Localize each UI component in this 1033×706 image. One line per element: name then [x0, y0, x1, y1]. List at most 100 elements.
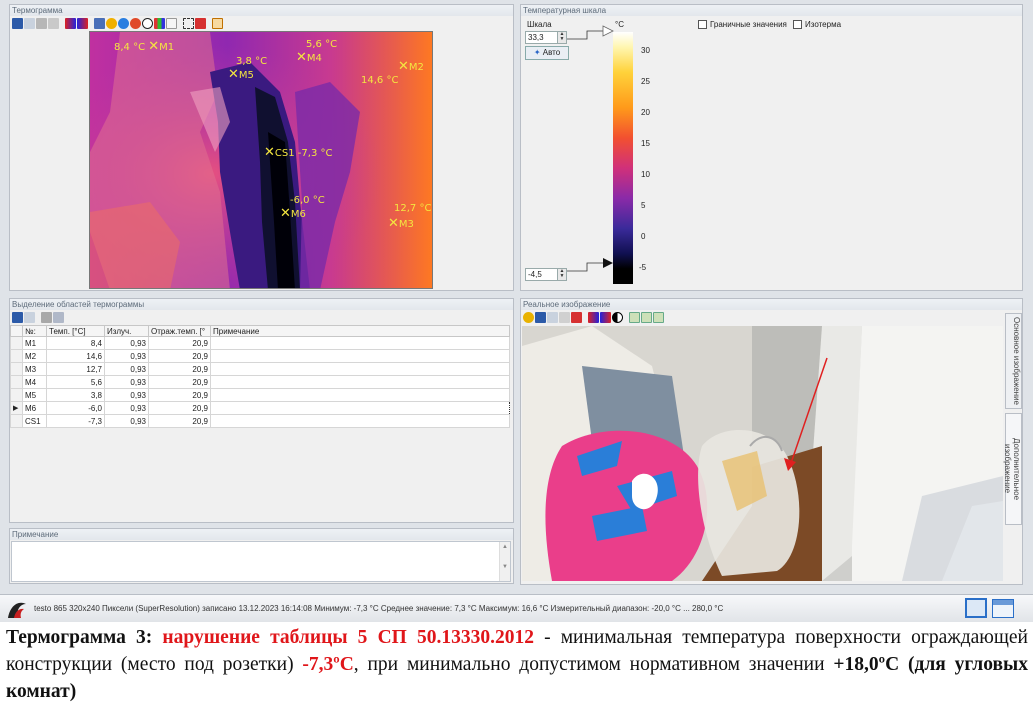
isotherm-checkbox[interactable]: Изотерма: [793, 20, 841, 30]
save-icon[interactable]: [12, 311, 23, 323]
contrast-icon[interactable]: [612, 311, 623, 323]
row-selector[interactable]: [10, 375, 23, 389]
cell-note[interactable]: [210, 401, 510, 415]
cell-temp[interactable]: 8,4: [46, 336, 105, 350]
row-selector[interactable]: [10, 349, 23, 363]
cell-reflected-temp[interactable]: 20,9: [148, 362, 211, 376]
col-temp[interactable]: Темп. [°C]: [46, 325, 105, 337]
cell-reflected-temp[interactable]: 20,9: [148, 375, 211, 389]
delete-icon[interactable]: [195, 17, 206, 29]
marker-m4[interactable]: ✕M4: [296, 51, 322, 64]
marker-m2[interactable]: ✕M2: [398, 60, 424, 73]
tab-extra-image[interactable]: Дополнительное изображение: [1003, 413, 1022, 525]
cell-emissivity[interactable]: 0,93: [104, 375, 149, 389]
cell-reflected-temp[interactable]: 20,9: [148, 401, 211, 415]
palette-alt-icon[interactable]: [600, 311, 611, 323]
hotspot-icon[interactable]: [106, 17, 117, 29]
row-selector[interactable]: [10, 414, 23, 428]
table-row[interactable]: M1 8,4 0,93 20,9: [10, 336, 510, 350]
table-row[interactable]: M4 5,6 0,93 20,9: [10, 375, 510, 389]
point-icon[interactable]: [130, 17, 141, 29]
copy-icon[interactable]: [547, 311, 558, 323]
row-selector[interactable]: ▶: [10, 401, 23, 415]
copy-icon[interactable]: [24, 311, 35, 323]
grid-icon[interactable]: [212, 17, 223, 29]
cell-reflected-temp[interactable]: 20,9: [148, 336, 211, 350]
tab-main-image[interactable]: Основное изображение: [1005, 313, 1022, 409]
scale-max-input[interactable]: 33,3 ▲ ▼: [525, 31, 567, 44]
col-emissivity[interactable]: Излуч.: [104, 325, 149, 337]
export-icon[interactable]: [559, 311, 570, 323]
scale-max-stepper[interactable]: ▲ ▼: [557, 32, 566, 43]
cell-note[interactable]: [210, 336, 510, 350]
save-icon[interactable]: [12, 17, 23, 29]
cell-note[interactable]: [210, 375, 510, 389]
cell-reflected-temp[interactable]: 20,9: [148, 388, 211, 402]
scale-min-stepper[interactable]: ▲ ▼: [557, 269, 566, 280]
palette-icon[interactable]: [65, 17, 76, 29]
coldspot-icon[interactable]: [118, 17, 129, 29]
cell-emissivity[interactable]: 0,93: [104, 349, 149, 363]
cell-temp[interactable]: 3,8: [46, 388, 105, 402]
row-selector[interactable]: [10, 336, 23, 350]
cell-note[interactable]: [210, 349, 510, 363]
zoom-out-icon[interactable]: [641, 311, 652, 323]
scale-icon[interactable]: [94, 17, 105, 29]
profile-icon[interactable]: [166, 17, 177, 29]
isotherm-check[interactable]: [793, 20, 802, 30]
cell-emissivity[interactable]: 0,93: [104, 401, 149, 415]
cell-id[interactable]: M3: [22, 362, 47, 376]
cell-note[interactable]: [210, 388, 510, 402]
open-icon[interactable]: [523, 311, 534, 323]
zoom-in-icon[interactable]: [629, 311, 640, 323]
table-row[interactable]: M2 14,6 0,93 20,9: [10, 349, 510, 363]
col-id[interactable]: №:: [22, 325, 47, 337]
delete-icon[interactable]: [41, 311, 52, 323]
cell-temp[interactable]: 14,6: [46, 349, 105, 363]
layout-split-icon[interactable]: [992, 599, 1014, 618]
cell-note[interactable]: [210, 414, 510, 428]
note-scrollbar[interactable]: ▲ ▼: [499, 542, 510, 581]
marker-m5-point[interactable]: ✕M5: [228, 68, 254, 81]
cell-id[interactable]: CS1: [22, 414, 47, 428]
cell-temp[interactable]: -7,3: [46, 414, 105, 428]
note-textarea[interactable]: ▲ ▼: [11, 541, 511, 582]
col-note[interactable]: Примечание: [210, 325, 510, 337]
cell-id[interactable]: M1: [22, 336, 47, 350]
cell-id[interactable]: M6: [22, 401, 47, 415]
delete-icon[interactable]: [571, 311, 582, 323]
boundary-values-checkbox[interactable]: Граничные значения: [698, 20, 787, 30]
cell-reflected-temp[interactable]: 20,9: [148, 414, 211, 428]
marker-cs1[interactable]: ✕CS1 -7,3 °C: [264, 146, 332, 159]
tools-icon[interactable]: [36, 17, 47, 29]
pointer-icon[interactable]: [53, 311, 64, 323]
marker-m3[interactable]: ✕M3: [388, 217, 414, 230]
export-icon[interactable]: [48, 17, 59, 29]
cell-note[interactable]: [210, 362, 510, 376]
marker-m6[interactable]: ✕M6: [280, 207, 306, 220]
scale-min-input[interactable]: -4,5 ▲ ▼: [525, 268, 567, 281]
select-area-icon[interactable]: [183, 17, 194, 29]
zoom-fit-icon[interactable]: [653, 311, 664, 323]
marker-m5[interactable]: 3,8 °C: [236, 56, 267, 67]
palette-icon[interactable]: [588, 311, 599, 323]
no-marker-icon[interactable]: [142, 17, 153, 29]
table-row[interactable]: M5 3,8 0,93 20,9: [10, 388, 510, 402]
row-selector[interactable]: [10, 388, 23, 402]
real-photo[interactable]: [522, 326, 1003, 581]
cell-emissivity[interactable]: 0,93: [104, 362, 149, 376]
marker-m1[interactable]: 8,4 °C ✕M1: [114, 40, 174, 53]
table-row[interactable]: CS1 -7,3 0,93 20,9: [10, 414, 510, 428]
cell-emissivity[interactable]: 0,93: [104, 414, 149, 428]
cell-temp[interactable]: 12,7: [46, 362, 105, 376]
cell-temp[interactable]: -6,0: [46, 401, 105, 415]
layout-single-icon[interactable]: [965, 598, 987, 618]
cell-temp[interactable]: 5,6: [46, 375, 105, 389]
color-scale-bar[interactable]: [613, 32, 633, 284]
palette-alt-icon[interactable]: [77, 17, 88, 29]
cell-emissivity[interactable]: 0,93: [104, 388, 149, 402]
boundary-values-check[interactable]: [698, 20, 707, 30]
thermal-image[interactable]: 8,4 °C ✕M1 3,8 °C ✕M5 5,6 °C ✕M4 ✕M2 14,…: [89, 31, 433, 289]
table-row[interactable]: ▶ M6 -6,0 0,93 20,9: [10, 401, 510, 415]
cell-id[interactable]: M4: [22, 375, 47, 389]
